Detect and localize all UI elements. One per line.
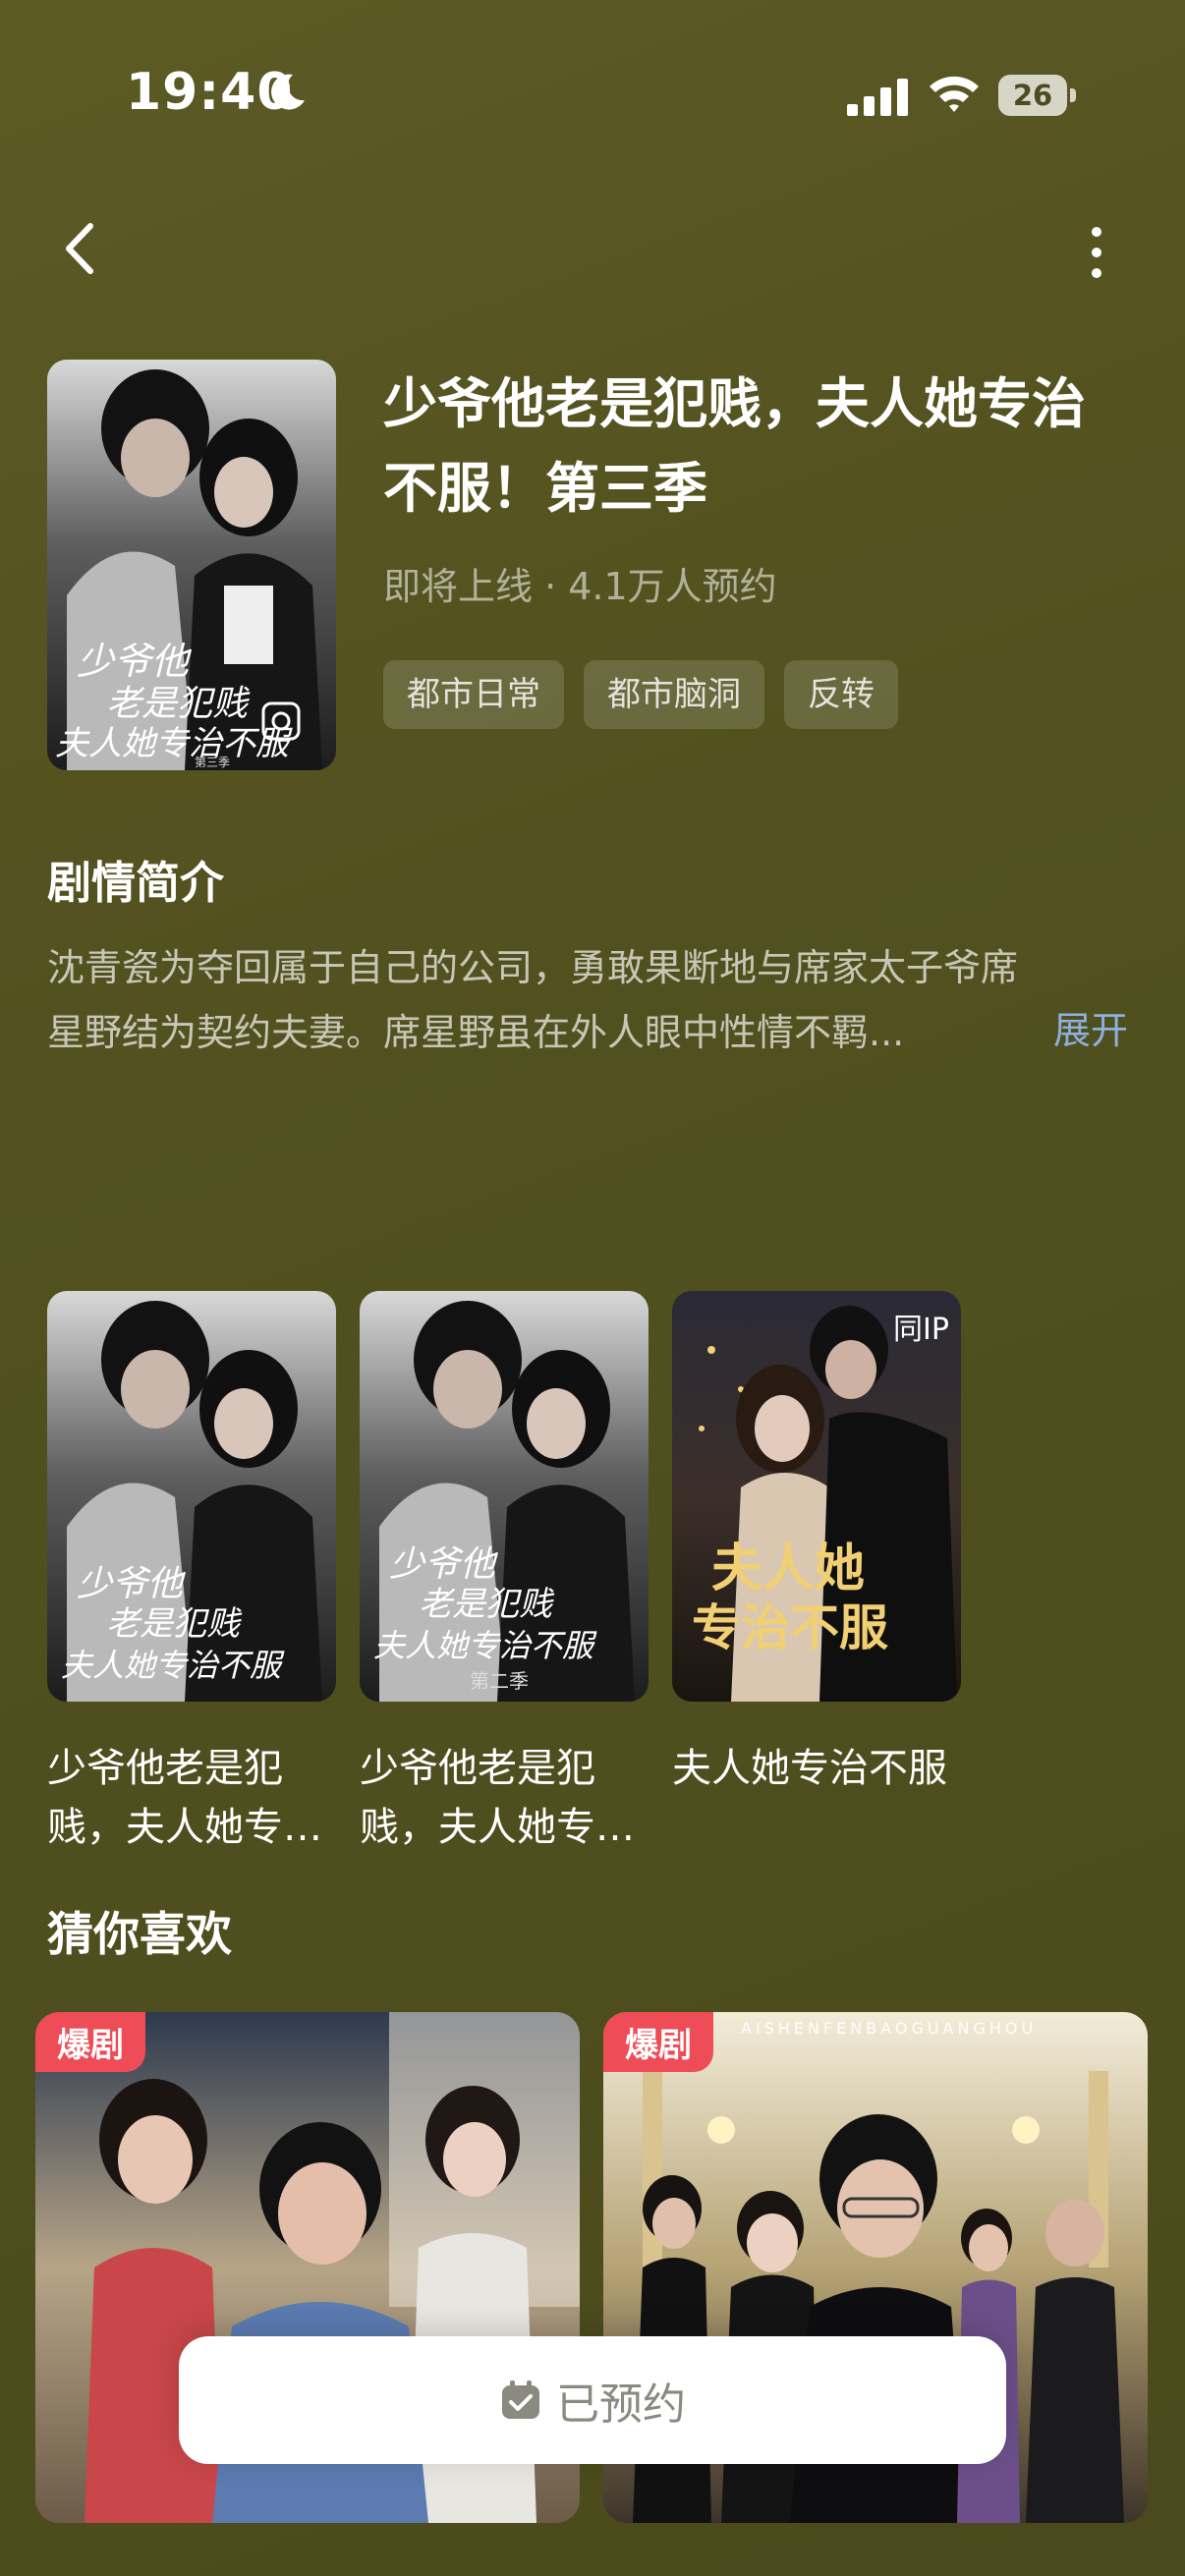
guess-heading: 猜你喜欢	[47, 1908, 232, 1962]
synopsis-text: 沈青瓷为夺回属于自己的公司，勇敢果断地与席家太子爷席 星野结为契约夫妻。席星野虽…	[47, 935, 1128, 1065]
synopsis-line: 星野结为契约夫妻。席星野虽在外人眼中性情不羁...	[47, 1011, 905, 1054]
cover-title-line1: 少爷他	[77, 640, 193, 683]
cover-title-line1: 夫人她	[711, 1539, 865, 1598]
show-title: 少爷他老是犯贱，夫人她专治不服！第三季	[383, 372, 1087, 520]
card-top-text: AISHENFENBAOGUANGHOU	[741, 2019, 1037, 2038]
battery-level: 26	[998, 75, 1067, 116]
moon-icon	[271, 74, 305, 110]
tag-item[interactable]: 都市日常	[383, 660, 564, 729]
related-title[interactable]: 少爷他老是犯 贱，夫人她专…	[47, 1739, 342, 1857]
cover-title-line3: 夫人她专治不服	[373, 1627, 597, 1664]
related-cover[interactable]: 夫人她 专治不服 同IP	[672, 1291, 961, 1702]
cover-title-line2: 老是犯贱	[106, 1604, 243, 1644]
reserved-label: 已预约	[556, 2380, 686, 2430]
tag-list: 都市日常 都市脑洞 反转	[383, 660, 898, 729]
more-options-icon[interactable]	[1081, 218, 1112, 287]
cover-title-line1: 少爷他	[77, 1564, 187, 1604]
synopsis-line: 沈青瓷为夺回属于自己的公司，勇敢果断地与席家太子爷席	[47, 946, 1019, 989]
release-status: 即将上线 · 4.1万人预约	[383, 565, 777, 608]
cover-title-line1: 少爷他	[389, 1544, 499, 1585]
hot-badge: 爆剧	[603, 2012, 713, 2072]
tag-item[interactable]: 都市脑洞	[584, 660, 764, 729]
cover-title-line2: 老是犯贱	[106, 684, 251, 724]
cover-season: 第二季	[470, 1669, 529, 1693]
show-cover[interactable]: 少爷他 老是犯贱 夫人她专治不服 第三季	[47, 360, 336, 770]
related-title[interactable]: 少爷他老是犯 贱，夫人她专…	[360, 1739, 654, 1857]
battery-indicator: 26	[998, 75, 1077, 116]
same-ip-badge: 同IP	[893, 1313, 949, 1347]
related-title[interactable]: 夫人她专治不服	[672, 1739, 967, 1798]
cover-title-line3: 夫人她专治不服	[55, 724, 293, 763]
related-cover[interactable]: 少爷他 老是犯贱 夫人她专治不服 第二季	[360, 1291, 649, 1702]
synopsis-heading: 剧情简介	[47, 857, 225, 909]
cellular-signal-icon	[847, 79, 908, 116]
cover-title-line2: 老是犯贱	[419, 1585, 555, 1624]
wifi-icon	[930, 76, 979, 112]
tag-item[interactable]: 反转	[784, 660, 898, 729]
related-cover[interactable]: 少爷他 老是犯贱 夫人她专治不服	[47, 1291, 336, 1702]
expand-synopsis-link[interactable]: 展开	[1053, 1000, 1128, 1054]
cover-title-line2: 专治不服	[692, 1598, 888, 1656]
hot-badge: 爆剧	[35, 2012, 145, 2072]
calendar-check-icon	[502, 2380, 539, 2419]
reserved-button[interactable]: 已预约	[179, 2336, 1006, 2464]
cover-season: 第三季	[195, 756, 230, 769]
back-arrow-icon[interactable]	[57, 214, 108, 283]
cover-title-line3: 夫人她专治不服	[61, 1647, 285, 1684]
